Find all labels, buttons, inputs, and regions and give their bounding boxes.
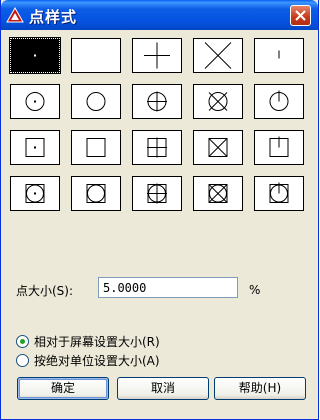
- point-style-plus[interactable]: [132, 38, 182, 73]
- autocad-logo-icon: [6, 7, 24, 23]
- point-style-square-x[interactable]: [193, 130, 243, 165]
- cancel-button[interactable]: 取消: [117, 377, 209, 400]
- point-style-circle-x[interactable]: [193, 84, 243, 119]
- point-style-square-dot[interactable]: [10, 130, 60, 165]
- radio-button[interactable]: [16, 335, 29, 348]
- point-style-square-circle-x[interactable]: [193, 176, 243, 211]
- point-style-circle-tick[interactable]: [254, 84, 304, 119]
- circle-plus-icon: [147, 91, 167, 112]
- point-style-none[interactable]: [71, 38, 121, 73]
- point-style-square-circle-plus[interactable]: [132, 176, 182, 211]
- radio-relative-to-screen[interactable]: 相对于屏幕设置大小(R): [16, 333, 160, 350]
- radio-selected-dot: [20, 339, 25, 344]
- point-style-x[interactable]: [193, 38, 243, 73]
- title-bar[interactable]: 点样式: [1, 0, 318, 30]
- plus-icon: [144, 42, 170, 69]
- close-icon: [295, 10, 306, 21]
- radio-absolute-units[interactable]: 按绝对单位设置大小(A): [16, 352, 160, 369]
- point-style-square-circle-dot[interactable]: [10, 176, 60, 211]
- square-icon: [86, 138, 106, 157]
- percent-unit-label: %: [249, 283, 261, 297]
- circle-icon: [86, 92, 106, 111]
- tick-icon: [278, 50, 280, 59]
- point-style-square-plus[interactable]: [132, 130, 182, 165]
- square-circle-x-icon: [208, 184, 228, 203]
- square-x-icon: [208, 138, 228, 157]
- ok-button[interactable]: 确定: [17, 377, 109, 400]
- circle-x-icon: [208, 92, 228, 111]
- point-style-dot[interactable]: [9, 37, 61, 74]
- point-style-tick[interactable]: [254, 38, 304, 73]
- x-icon: [204, 42, 232, 69]
- point-style-dialog: 点样式 点大小(S): 5.0000 % 相对于屏幕设置大小(R) 按绝对单位设…: [0, 0, 319, 420]
- square-circle-icon: [86, 184, 106, 203]
- point-style-square-circle[interactable]: [71, 176, 121, 211]
- radio-absolute-label: 按绝对单位设置大小(A): [34, 354, 160, 368]
- square-circle-tick-icon: [269, 182, 289, 203]
- radio-button[interactable]: [16, 354, 29, 367]
- square-plus-icon: [147, 137, 167, 158]
- point-style-circle[interactable]: [71, 84, 121, 119]
- square-dot-icon: [25, 138, 45, 157]
- point-style-square-tick[interactable]: [254, 130, 304, 165]
- circle-dot-icon: [25, 92, 45, 111]
- square-tick-icon: [269, 136, 289, 157]
- square-circle-plus-icon: [147, 183, 167, 204]
- point-size-label: 点大小(S):: [16, 284, 74, 298]
- close-button[interactable]: [290, 5, 311, 26]
- square-circle-dot-icon: [25, 184, 45, 203]
- dot-icon: [34, 54, 36, 57]
- dialog-title: 点样式: [29, 8, 78, 26]
- point-style-circle-plus[interactable]: [132, 84, 182, 119]
- point-style-square[interactable]: [71, 130, 121, 165]
- circle-tick-icon: [269, 90, 289, 111]
- none-icon: [72, 39, 122, 74]
- point-style-circle-dot[interactable]: [10, 84, 60, 119]
- point-size-input[interactable]: 5.0000: [98, 277, 238, 298]
- point-style-square-circle-tick[interactable]: [254, 176, 304, 211]
- help-button[interactable]: 帮助(H): [214, 377, 306, 400]
- radio-relative-label: 相对于屏幕设置大小(R): [34, 335, 160, 349]
